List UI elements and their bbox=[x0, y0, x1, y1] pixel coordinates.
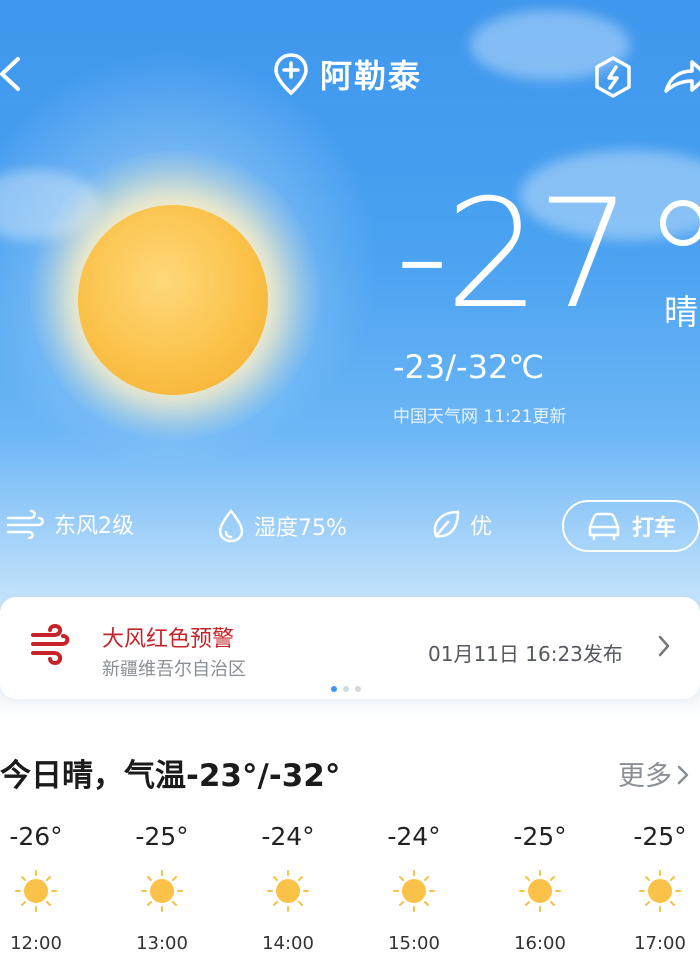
hour-temperature: -24° bbox=[387, 822, 441, 851]
degree-symbol bbox=[660, 200, 700, 246]
water-drop-icon bbox=[218, 509, 244, 543]
more-label: 更多 bbox=[618, 761, 672, 792]
bolt-hexagon-icon[interactable] bbox=[593, 55, 633, 99]
humidity-stat[interactable]: 湿度75% bbox=[216, 508, 347, 544]
alert-title: 大风红色预警 bbox=[102, 627, 235, 652]
weather-condition: 晴 bbox=[664, 293, 698, 333]
hour-time: 15:00 bbox=[388, 933, 440, 954]
strong-wind-warning-icon bbox=[31, 623, 70, 666]
weather-stats: 东风2级 湿度75% 优 打车 bbox=[0, 500, 700, 552]
leaf-icon bbox=[433, 510, 460, 538]
chevron-right-icon bbox=[677, 765, 689, 785]
today-summary: 今日晴，气温-23°/-32° bbox=[0, 758, 341, 794]
location-plus-icon bbox=[274, 53, 308, 96]
chevron-right-icon bbox=[656, 633, 672, 666]
back-chevron-icon[interactable] bbox=[0, 53, 38, 95]
hourly-item[interactable]: -25° 16:00 bbox=[500, 822, 580, 954]
humidity-label: 湿度75% bbox=[254, 516, 347, 541]
data-source: 中国天气网 11:21更新 bbox=[393, 407, 567, 427]
hourly-item[interactable]: -25° 13:00 bbox=[122, 822, 202, 954]
hour-time: 16:00 bbox=[514, 933, 566, 954]
hour-temperature: -26° bbox=[9, 822, 63, 851]
sun-icon bbox=[15, 870, 57, 912]
indicator-dot bbox=[355, 686, 361, 692]
wind-stat[interactable]: 东风2级 bbox=[6, 508, 134, 540]
air-quality-label: 优 bbox=[470, 515, 493, 540]
alert-time: 01月11日 16:23发布 bbox=[428, 642, 623, 666]
hour-temperature: -25° bbox=[135, 822, 189, 851]
more-link[interactable]: 更多 bbox=[618, 754, 692, 793]
sun-icon bbox=[393, 870, 435, 912]
hour-time: 13:00 bbox=[136, 933, 188, 954]
share-icon[interactable] bbox=[662, 57, 700, 97]
sun-icon bbox=[639, 870, 681, 912]
carousel-indicator bbox=[331, 686, 361, 692]
hour-temperature: -25° bbox=[633, 822, 687, 851]
car-icon bbox=[588, 512, 620, 541]
hour-time: 17:00 bbox=[634, 933, 686, 954]
hourly-item[interactable]: -26° 12:00 bbox=[0, 822, 76, 954]
location-name: 阿勒泰 bbox=[320, 57, 423, 95]
location-selector[interactable]: 阿勒泰 bbox=[272, 51, 422, 97]
air-quality-stat[interactable]: 优 bbox=[430, 508, 492, 542]
taxi-label: 打车 bbox=[631, 516, 676, 541]
hour-time: 12:00 bbox=[10, 933, 62, 954]
sun-icon bbox=[141, 870, 183, 912]
hour-temperature: -25° bbox=[513, 822, 567, 851]
taxi-button[interactable]: 打车 bbox=[562, 500, 700, 552]
hour-time: 14:00 bbox=[262, 933, 314, 954]
top-bar: 阿勒泰 bbox=[0, 45, 700, 105]
wind-label: 东风2级 bbox=[54, 514, 134, 539]
sun-illustration bbox=[78, 205, 268, 395]
indicator-dot bbox=[343, 686, 349, 692]
alert-region: 新疆维吾尔自治区 bbox=[102, 659, 246, 680]
indicator-dot-active bbox=[331, 686, 337, 692]
current-temperature: -27 bbox=[395, 168, 632, 342]
temperature-range: -23/-32℃ bbox=[393, 348, 545, 386]
hourly-forecast: -26° 12:00 -25° 13:00 -24° 14:00 -24° 15… bbox=[0, 822, 700, 967]
weather-alert-card[interactable]: 大风红色预警 新疆维吾尔自治区 01月11日 16:23发布 bbox=[0, 597, 700, 699]
sun-icon bbox=[519, 870, 561, 912]
hourly-item[interactable]: -24° 15:00 bbox=[374, 822, 454, 954]
hourly-item[interactable]: -24° 14:00 bbox=[248, 822, 328, 954]
hour-temperature: -24° bbox=[261, 822, 315, 851]
sun-icon bbox=[267, 870, 309, 912]
hourly-item[interactable]: -25° 17:00 bbox=[620, 822, 700, 954]
wind-icon bbox=[6, 509, 44, 539]
